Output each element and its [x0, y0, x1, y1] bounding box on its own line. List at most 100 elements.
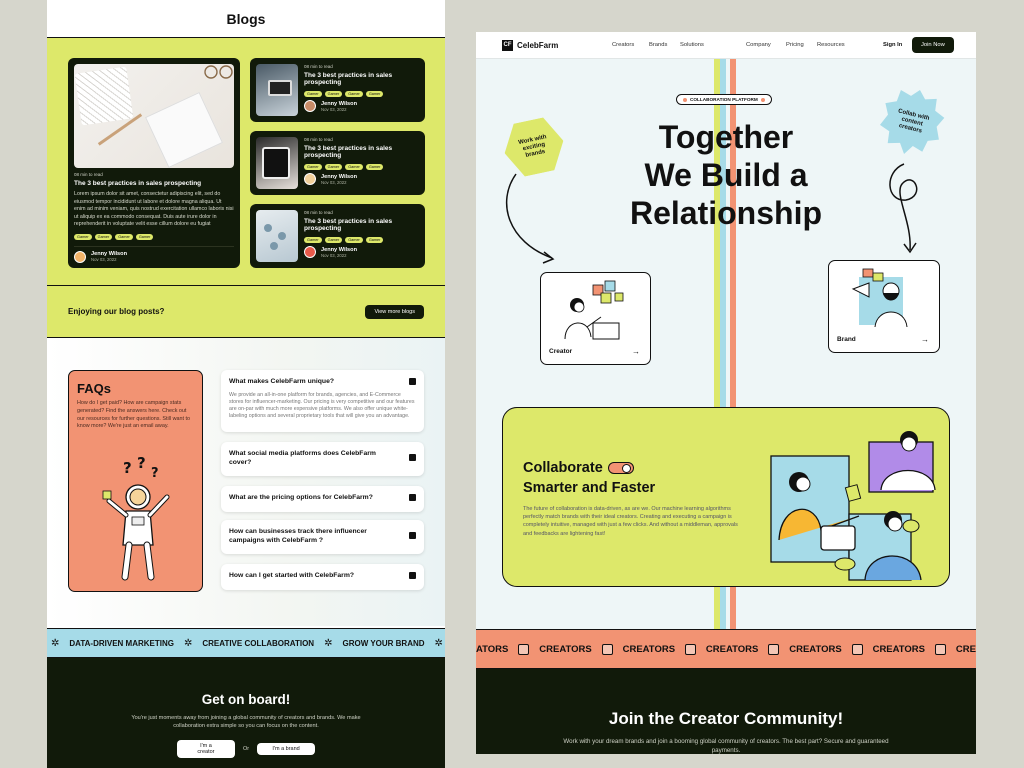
- tag[interactable]: Gamer: [345, 237, 363, 243]
- faq-question[interactable]: How can businesses track there influence…: [229, 527, 416, 545]
- sign-in-link[interactable]: Sign In: [883, 42, 902, 48]
- post-date: Nov 03, 2022: [91, 257, 117, 263]
- onboard-title: Get on board!: [201, 692, 291, 707]
- creator-signup-button[interactable]: I'm a creator: [176, 740, 235, 758]
- tag-list: Gamer Gamer Gamer Gamer: [74, 233, 234, 240]
- post-date: Nov 03, 2022: [321, 106, 347, 112]
- author-row: Jenny Wilson Nov 03, 2022: [74, 245, 234, 263]
- nav-link-creators[interactable]: Creators: [612, 42, 634, 48]
- nav-link-brands[interactable]: Brands: [649, 42, 667, 48]
- keyboard-illustration: [74, 66, 134, 126]
- tag[interactable]: Gamer: [304, 164, 322, 170]
- faq-item[interactable]: What are the pricing options for CelebFa…: [221, 486, 424, 512]
- svg-text:?: ?: [123, 459, 132, 477]
- creator-illustration: [564, 280, 624, 340]
- featured-blog-image: [74, 64, 234, 168]
- tag[interactable]: Gamer: [345, 91, 363, 97]
- marquee-item: CREATIVE COLLABORATION: [202, 638, 315, 648]
- blog-card[interactable]: 08 min to read The 3 best practices in s…: [250, 131, 425, 195]
- tag[interactable]: Gamer: [324, 164, 343, 170]
- top-navbar: CF CelebFarm Creators Brands Solutions C…: [476, 32, 976, 59]
- marquee-item: CREATORS: [872, 643, 926, 655]
- tag[interactable]: Gamer: [365, 164, 384, 170]
- faq-question[interactable]: What are the pricing options for CelebFa…: [229, 493, 416, 502]
- faq-question[interactable]: What social media platforms does CelebFa…: [229, 449, 416, 467]
- nav-link-pricing[interactable]: Pricing: [786, 42, 804, 48]
- tag[interactable]: Gamer: [365, 237, 384, 243]
- toggle-switch[interactable]: [607, 462, 634, 475]
- expand-icon[interactable]: [409, 532, 416, 539]
- faq-item[interactable]: What social media platforms does CelebFa…: [221, 442, 424, 476]
- collaborate-line: Collaborate: [523, 460, 603, 476]
- nav-link-company[interactable]: Company: [746, 42, 771, 48]
- faq-item-expanded[interactable]: What makes CelebFarm unique? We provide …: [221, 370, 424, 432]
- avatar: [74, 250, 86, 263]
- join-text: Work with your dream brands and join a b…: [563, 738, 889, 754]
- blog-title[interactable]: The 3 best practices in sales prospectin…: [304, 145, 419, 159]
- brand-signup-button[interactable]: I'm a brand: [257, 743, 316, 755]
- marquee-item: ATORS: [476, 643, 509, 655]
- blog-cta-text: Enjoying our blog posts?: [68, 307, 165, 316]
- tag[interactable]: Gamer: [135, 233, 154, 240]
- expand-icon[interactable]: [409, 454, 416, 461]
- view-more-blogs-button[interactable]: View more blogs: [365, 304, 424, 319]
- creator-icon: [685, 643, 696, 655]
- blogs-header: Blogs: [47, 0, 445, 38]
- tag[interactable]: Gamer: [94, 233, 113, 240]
- notepad-illustration: [144, 91, 224, 168]
- read-time: 08 min to read: [304, 210, 333, 215]
- nav-link-solutions[interactable]: Solutions: [680, 42, 704, 48]
- collapse-icon[interactable]: [409, 378, 416, 385]
- nav-link-resources[interactable]: Resources: [817, 42, 845, 48]
- blogs-section: 08 min to read The 3 best practices in s…: [47, 38, 445, 286]
- faq-question[interactable]: How can I get started with CelebFarm?: [229, 571, 416, 580]
- brand-illustration: [851, 268, 908, 328]
- brand-card[interactable]: Brand →: [828, 260, 940, 353]
- faq-item[interactable]: How can businesses track there influence…: [221, 520, 424, 554]
- arrow-right-icon[interactable]: →: [921, 335, 929, 344]
- tag[interactable]: Gamer: [304, 237, 322, 243]
- expand-icon[interactable]: [409, 572, 416, 579]
- tag[interactable]: Gamer: [304, 91, 322, 97]
- faq-title: FAQs: [77, 381, 111, 396]
- tag[interactable]: Gamer: [115, 233, 133, 240]
- tag[interactable]: Gamer: [345, 164, 363, 170]
- tag[interactable]: Gamer: [74, 233, 92, 240]
- faq-question[interactable]: What makes CelebFarm unique?: [229, 377, 416, 386]
- arrow-right-icon[interactable]: →: [632, 347, 640, 356]
- expand-icon[interactable]: [409, 494, 416, 501]
- blog-faq-page: Blogs 08 min to read The 3 best practice…: [47, 0, 445, 768]
- logo[interactable]: CF CelebFarm: [502, 39, 558, 51]
- tag-list: Gamer Gamer Gamer Gamer: [304, 237, 419, 243]
- creators-star-badge: Collab with content creators: [872, 82, 952, 162]
- platform-badge-text: COLLABORATION PLATFORM: [690, 97, 758, 102]
- hero-heading: Together We Build a Relationship: [576, 118, 876, 232]
- blog-cta-bar: Enjoying our blog posts? View more blogs: [47, 286, 445, 338]
- join-now-button[interactable]: Join Now: [912, 37, 954, 53]
- blog-title[interactable]: The 3 best practices in sales prospectin…: [74, 180, 234, 187]
- author-row: Jenny Wilson Nov 03, 2022: [304, 246, 419, 258]
- brand-label: Brand: [837, 336, 856, 343]
- svg-text:?: ?: [137, 457, 146, 472]
- logo-mark-icon: CF: [502, 39, 513, 51]
- tag-list: Gamer Gamer Gamer Gamer: [304, 164, 419, 170]
- blog-title[interactable]: The 3 best practices in sales prospectin…: [304, 218, 419, 232]
- creator-icon: [601, 643, 613, 655]
- creator-icon: [935, 643, 946, 655]
- tag[interactable]: Gamer: [324, 237, 343, 243]
- blog-card[interactable]: 08 min to read The 3 best practices in s…: [250, 58, 425, 122]
- blog-title[interactable]: The 3 best practices in sales prospectin…: [304, 72, 419, 86]
- creator-card[interactable]: Creator →: [540, 272, 651, 365]
- read-time: 08 min to read: [74, 172, 103, 177]
- faq-intro-card: FAQs How do I get paid? How are campaign…: [68, 370, 203, 592]
- tag[interactable]: Gamer: [365, 91, 384, 97]
- tag[interactable]: Gamer: [324, 91, 343, 97]
- author-name: Jenny Wilson: [321, 100, 358, 107]
- marquee-item: CREATORS: [539, 643, 592, 655]
- tag-list: Gamer Gamer Gamer Gamer: [304, 91, 419, 97]
- featured-blog-card[interactable]: 08 min to read The 3 best practices in s…: [68, 58, 240, 268]
- collaborate-heading: Collaborate Smarter and Faster: [523, 458, 723, 498]
- faq-item[interactable]: How can I get started with CelebFarm?: [221, 564, 424, 590]
- blog-card[interactable]: 08 min to read The 3 best practices in s…: [250, 204, 425, 268]
- join-title: Join the Creator Community!: [608, 709, 844, 728]
